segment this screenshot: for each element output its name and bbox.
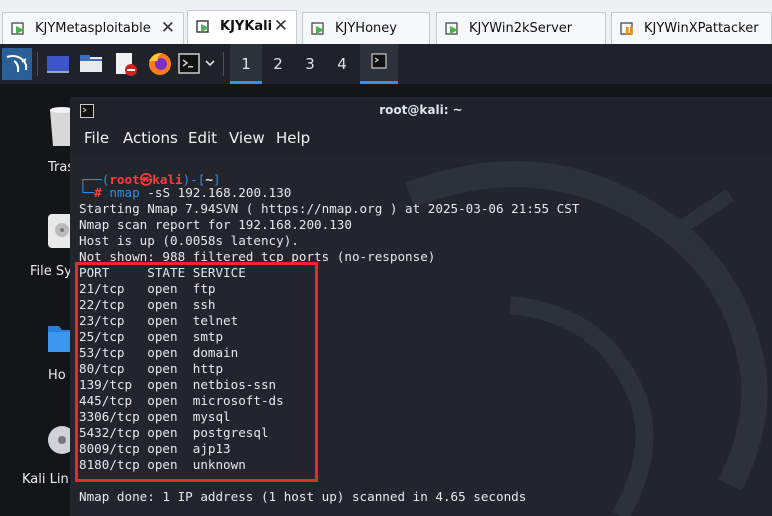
vm-icon (196, 20, 209, 33)
menu-help[interactable]: Help (276, 129, 310, 147)
vm-tab-kali[interactable]: KJYKali ✕ (187, 10, 297, 44)
desktop-label-kali-linux[interactable]: Kali Lin (22, 472, 69, 487)
red-highlight-box (75, 262, 318, 482)
panel-divider (37, 52, 38, 76)
workspace-4[interactable]: 4 (326, 44, 358, 84)
prompt-corner: └─ (79, 185, 95, 200)
taskbar-terminal-window[interactable] (360, 44, 398, 84)
vm-tab-honey[interactable]: KJYHoney (302, 12, 430, 44)
top-panel: 1 2 3 4 (0, 44, 772, 84)
workspace-3[interactable]: 3 (294, 44, 326, 84)
output-line: Nmap scan report for 192.168.200.130 (79, 217, 352, 232)
vm-tab-label: KJYWin2kServer (469, 21, 573, 36)
output-line: Host is up (0.0058s latency). (79, 233, 299, 248)
terminal-title: root@kali: ~ (379, 103, 463, 117)
terminal-icon[interactable] (178, 49, 200, 79)
terminal-menubar: File Actions Edit View Help (70, 125, 772, 155)
vm-tab-label: KJYMetasploitable (35, 21, 151, 36)
desktop-label-home[interactable]: Ho (48, 368, 66, 383)
terminal-icon (371, 53, 387, 69)
prompt-hash: # (94, 185, 102, 200)
menu-view[interactable]: View (229, 129, 265, 147)
file-manager-icon[interactable] (78, 49, 104, 79)
workspace-2[interactable]: 2 (262, 44, 294, 84)
chevron-down-icon[interactable] (203, 49, 217, 79)
vm-icon (11, 22, 24, 35)
vm-tab-win2kserver[interactable]: KJYWin2kServer (436, 12, 606, 44)
panel-divider (223, 52, 224, 76)
scan-summary: Nmap done: 1 IP address (1 host up) scan… (79, 489, 527, 504)
kali-menu-icon[interactable] (2, 48, 32, 80)
close-icon[interactable]: ✕ (161, 18, 175, 38)
vm-tab-bar: KJYMetasploitable ✕ KJYKali ✕ KJYHoney K… (0, 0, 772, 45)
vm-icon (311, 22, 324, 35)
vm-paused-icon (620, 22, 633, 35)
menu-actions[interactable]: Actions (123, 129, 178, 147)
firefox-icon[interactable] (146, 49, 174, 79)
vm-tab-winxpattacker[interactable]: KJYWinXPattacker (611, 12, 772, 44)
menu-file[interactable]: File (84, 129, 109, 147)
vm-tab-label: KJYKali (220, 19, 273, 34)
command-args: -sS 192.168.200.130 (147, 185, 292, 200)
workspace-1[interactable]: 1 (230, 44, 262, 84)
output-line: Starting Nmap 7.94SVN ( https://nmap.org… (79, 201, 580, 216)
vm-tab-label: KJYWinXPattacker (644, 21, 759, 36)
close-icon[interactable]: ✕ (274, 16, 288, 36)
command-name: nmap (109, 185, 140, 200)
vm-tab-label: KJYHoney (335, 21, 397, 36)
menu-edit[interactable]: Edit (188, 129, 217, 147)
prompt-line-2: └─# nmap -sS 192.168.200.130 (79, 185, 291, 200)
vm-icon (445, 22, 458, 35)
show-desktop-icon[interactable] (45, 49, 71, 79)
terminal-titlebar[interactable]: root@kali: ~ (70, 97, 772, 125)
text-editor-icon[interactable] (112, 49, 138, 79)
vm-tab-metasploitable[interactable]: KJYMetasploitable ✕ (2, 12, 184, 44)
